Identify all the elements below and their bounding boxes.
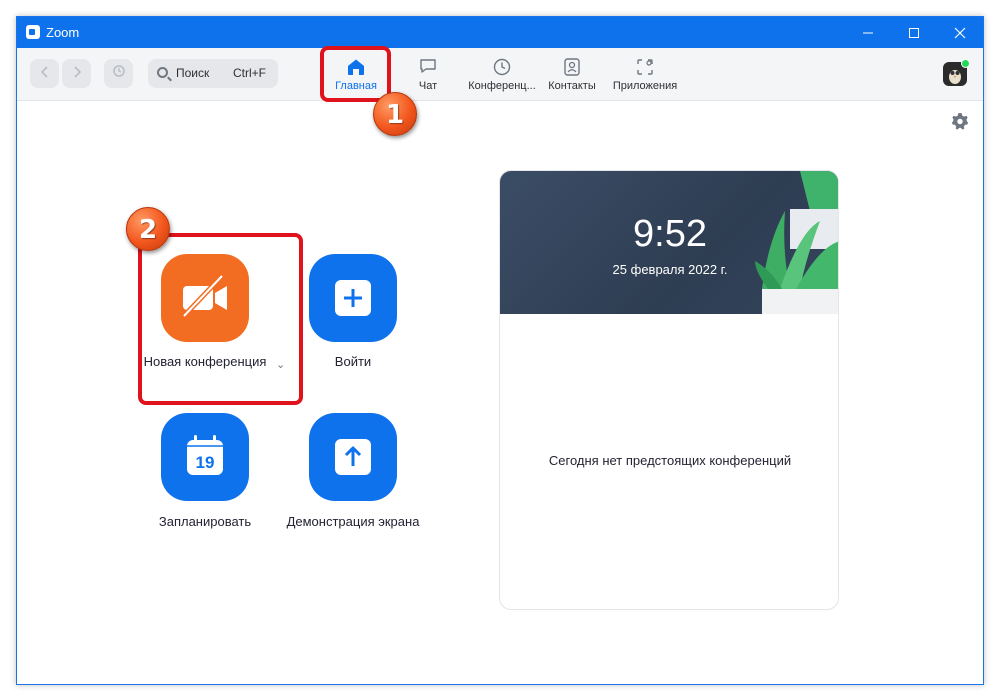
search-placeholder: Поиск	[176, 66, 210, 80]
screen: Zoom Поиск Ctrl+F Главная Чат Конференц.…	[0, 0, 1000, 700]
current-time: 9:52	[633, 213, 707, 255]
chevron-right-icon	[73, 66, 81, 78]
apps-icon	[637, 59, 653, 75]
chat-icon	[420, 59, 436, 73]
tab-label: Чат	[418, 80, 438, 92]
card-header: 9:52 25 февраля 2022 г.	[500, 171, 838, 314]
tab-label: Контакты	[548, 80, 596, 92]
calendar-day: 19	[196, 453, 215, 472]
calendar-icon: 19	[187, 435, 223, 475]
maximize-icon	[909, 28, 919, 39]
history-button[interactable]	[104, 59, 133, 88]
forward-button[interactable]	[62, 59, 91, 88]
search-box[interactable]: Поиск Ctrl+F	[148, 59, 278, 88]
history-icon	[112, 65, 125, 77]
back-button[interactable]	[30, 59, 59, 88]
minimize-button[interactable]	[845, 17, 891, 48]
tab-label: Приложения	[612, 80, 678, 92]
close-icon	[954, 27, 966, 39]
schedule-button[interactable]: 19	[161, 413, 249, 501]
window-title: Zoom	[46, 25, 80, 40]
toolbar: Поиск Ctrl+F Главная Чат Конференц... Ко…	[17, 48, 983, 101]
close-button[interactable]	[937, 17, 983, 48]
settings-gear-icon[interactable]	[951, 112, 969, 130]
search-shortcut: Ctrl+F	[233, 66, 266, 80]
plus-icon	[335, 280, 371, 316]
step-marker-2: 2	[126, 207, 170, 251]
share-arrow-icon	[335, 439, 371, 475]
share-screen-label: Демонстрация экрана	[286, 514, 420, 529]
upcoming-meetings-card: 9:52 25 февраля 2022 г. Сегодня нет пред…	[499, 170, 839, 610]
tab-label: Конференц...	[468, 80, 536, 92]
step-marker-1: 1	[373, 92, 417, 136]
tab-meetings[interactable]: Конференц...	[463, 48, 541, 100]
contacts-icon	[564, 58, 580, 76]
clock-icon	[493, 58, 511, 76]
zoom-logo-icon	[26, 25, 40, 39]
search-icon	[157, 67, 168, 78]
highlight-home-tab	[320, 46, 391, 102]
schedule-label: Запланировать	[158, 514, 252, 529]
tab-apps[interactable]: Приложения	[605, 48, 685, 100]
current-date: 25 февраля 2022 г.	[612, 262, 728, 277]
minimize-icon	[863, 32, 873, 34]
share-screen-button[interactable]	[309, 413, 397, 501]
tab-chat[interactable]: Чат	[407, 48, 449, 100]
join-button[interactable]	[309, 254, 397, 342]
tab-contacts[interactable]: Контакты	[544, 48, 600, 100]
maximize-button[interactable]	[891, 17, 937, 48]
title-bar[interactable]: Zoom	[17, 17, 983, 48]
online-status-badge	[961, 59, 970, 68]
no-meetings-text: Сегодня нет предстоящих конференций	[548, 453, 792, 468]
highlight-new-meeting	[138, 233, 303, 405]
chevron-left-icon	[40, 66, 48, 78]
